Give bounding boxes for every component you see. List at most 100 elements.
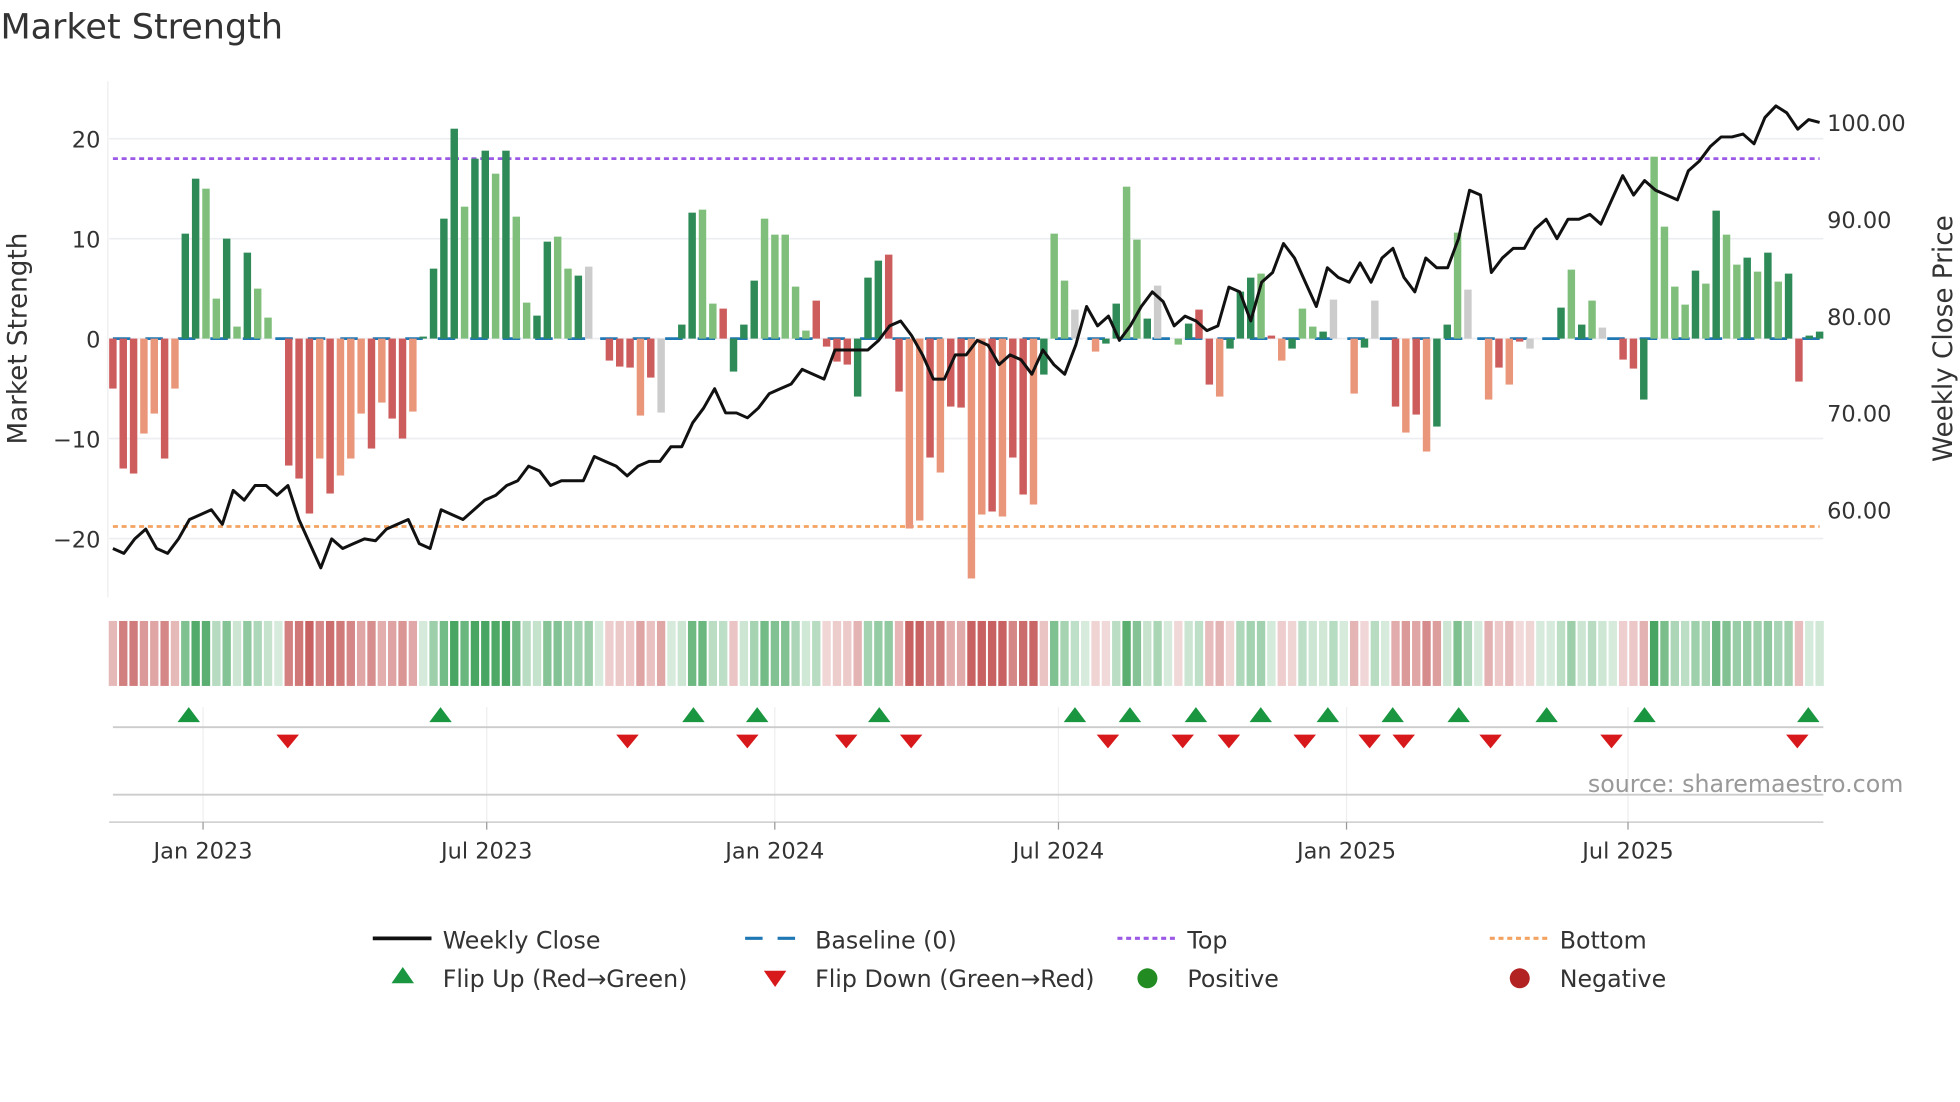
strength-bar	[1577, 324, 1586, 339]
heat-cell	[791, 620, 800, 686]
legend: Weekly Close Baseline (0) Top Bottom Fli…	[372, 926, 1666, 993]
heat-cell	[615, 620, 624, 686]
strength-bar	[450, 128, 458, 339]
strength-bar	[647, 338, 655, 378]
legend-top[interactable]: Top	[1117, 926, 1227, 954]
strength-bar	[926, 338, 934, 458]
legend-flip-down[interactable]: Flip Down (Green→Red)	[763, 965, 1095, 993]
heat-cell	[1308, 620, 1317, 686]
y2-axis-ticks: 100.00 90.00 80.00 70.00 60.00	[1827, 111, 1906, 524]
circle-icon	[1137, 968, 1158, 989]
strength-bar	[1681, 304, 1689, 339]
heat-cell	[584, 620, 593, 686]
strength-bar	[781, 234, 789, 339]
strength-bar	[1102, 338, 1110, 344]
strength-bar	[605, 338, 614, 361]
heat-cell	[212, 620, 221, 686]
strength-bar	[1205, 338, 1214, 385]
strength-bar	[440, 218, 448, 339]
heat-cell	[532, 620, 542, 686]
strength-bar	[1495, 338, 1503, 368]
strength-bar	[512, 216, 521, 339]
chart-title: Market Strength	[0, 8, 283, 48]
y2-tick-label: 70.00	[1827, 402, 1891, 428]
legend-positive[interactable]: Positive	[1137, 965, 1279, 993]
flip-down-marker	[1171, 734, 1194, 749]
heat-cell	[1494, 620, 1504, 686]
legend-flip-up[interactable]: Flip Up (Red→Green)	[391, 965, 688, 993]
flip-up-marker	[1118, 707, 1142, 723]
strength-bar	[1122, 186, 1131, 339]
heat-cell	[460, 620, 469, 686]
triangle-down-icon	[763, 970, 787, 988]
heat-cell	[429, 620, 438, 686]
legend-negative[interactable]: Negative	[1509, 965, 1666, 993]
strength-bar	[357, 338, 365, 414]
strength-bar	[750, 280, 758, 339]
heat-cell	[377, 620, 387, 686]
heat-cell	[1225, 620, 1235, 686]
strength-bar	[191, 178, 200, 339]
legend-weekly-close[interactable]: Weekly Close	[372, 926, 601, 954]
heat-cell	[1101, 620, 1111, 686]
heat-cell	[1722, 620, 1731, 686]
flip-down-marker	[1358, 734, 1381, 749]
strength-bar	[553, 236, 562, 339]
strength-bar	[388, 338, 396, 419]
strength-bar	[1671, 286, 1679, 339]
flip-down-marker	[1392, 734, 1415, 749]
heat-cell	[1815, 620, 1824, 686]
heat-cell	[222, 620, 231, 686]
strength-bar	[1278, 338, 1286, 361]
strength-bar	[1650, 156, 1658, 339]
heat-cell	[625, 620, 635, 686]
heat-cell	[1432, 620, 1442, 686]
heat-cell	[1370, 620, 1380, 686]
flip-up-marker	[1184, 707, 1208, 723]
heat-cell	[284, 620, 293, 686]
heat-cell	[915, 620, 924, 686]
heat-cell	[1256, 620, 1266, 686]
strength-bar	[822, 338, 831, 347]
strength-bar	[1371, 300, 1379, 339]
flip-down-marker	[1479, 734, 1502, 749]
strength-bar	[1060, 280, 1069, 339]
strength-bar	[181, 233, 190, 339]
heat-cell	[646, 620, 655, 686]
strength-bar	[771, 234, 779, 339]
heat-cell	[956, 620, 966, 686]
heat-cell	[574, 620, 583, 686]
strength-bar	[905, 338, 914, 529]
strength-bar	[1329, 299, 1338, 339]
strength-bar	[1050, 233, 1058, 339]
strength-bar	[1629, 338, 1638, 369]
flip-up-marker	[1063, 707, 1087, 723]
strength-bar	[1391, 338, 1400, 407]
strength-bar	[1143, 318, 1151, 339]
heat-cell	[853, 620, 862, 686]
strength-bar	[1133, 239, 1141, 339]
flip-up-marker	[1249, 707, 1273, 723]
heat-cell	[325, 620, 335, 686]
strength-bar	[160, 338, 169, 459]
strength-heat-strip	[108, 620, 1824, 686]
strength-bar	[171, 338, 179, 389]
legend-baseline[interactable]: Baseline (0)	[745, 926, 957, 954]
heat-cell	[905, 620, 914, 686]
x-tick-label: Jul 2025	[1580, 838, 1673, 864]
strength-bar	[1733, 264, 1741, 339]
strength-bar	[688, 212, 696, 339]
heat-cell	[1763, 620, 1773, 686]
y2-tick-label: 90.00	[1827, 208, 1891, 234]
heat-cell	[388, 620, 397, 686]
strength-bar	[574, 275, 583, 339]
strength-bar	[719, 308, 727, 339]
strength-bar	[616, 338, 624, 367]
heat-cell	[1556, 620, 1566, 686]
heat-cell	[1081, 620, 1090, 686]
legend-bottom[interactable]: Bottom	[1489, 926, 1647, 954]
heat-cell	[1391, 620, 1400, 686]
strength-bar	[1215, 338, 1224, 397]
heat-cell	[605, 620, 614, 686]
strength-bar	[1764, 252, 1772, 339]
